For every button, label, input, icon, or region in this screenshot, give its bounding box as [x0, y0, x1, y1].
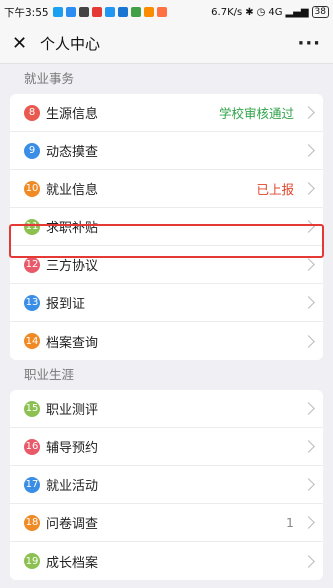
- chevron-right-icon: [302, 220, 315, 233]
- status-time: 下午3:55: [4, 6, 49, 19]
- list-item[interactable]: 18 问卷调查 1: [10, 504, 323, 542]
- chevron-right-icon: [302, 144, 315, 157]
- number-badge: 9: [24, 142, 40, 159]
- system-status: 6.7K/s ✱ ◷ 4G ▂▄▆ 38: [211, 6, 329, 18]
- item-label: 报到证: [46, 297, 86, 312]
- list-item[interactable]: 15 职业测评: [10, 390, 323, 428]
- chevron-right-icon: [302, 402, 315, 415]
- app-notification-icon: [52, 7, 63, 17]
- section-card: 8 生源信息 学校审核通过 9 动态摸查 10 就业信息 已上报 11 求职补贴 12 三方协议 13 报…: [10, 94, 323, 360]
- list-item[interactable]: 10 就业信息 已上报: [10, 170, 323, 208]
- app-notification-icon: [91, 7, 102, 17]
- network-type: 4G: [268, 6, 283, 18]
- number-badge: 16: [24, 438, 40, 455]
- list-item[interactable]: 16 辅导预约: [10, 428, 323, 466]
- number-badge: 18: [24, 514, 40, 531]
- status-bar: 下午3:55 6.7K/s ✱ ◷ 4G ▂▄▆ 38: [0, 0, 333, 24]
- section-header: 就业事务: [24, 71, 75, 86]
- chevron-right-icon: [302, 440, 315, 453]
- number-badge: 14: [24, 333, 40, 349]
- item-label: 三方协议: [46, 259, 99, 274]
- item-label: 辅导预约: [46, 441, 99, 456]
- list-item[interactable]: 13 报到证: [10, 284, 323, 322]
- list-item[interactable]: 14 档案查询: [10, 322, 323, 360]
- list-item[interactable]: 12 三方协议: [10, 246, 323, 284]
- section-header: 职业生涯: [24, 367, 75, 382]
- signal-icon: ▂▄▆: [285, 6, 309, 18]
- item-label: 成长档案: [46, 555, 99, 571]
- item-label: 动态摸查: [46, 145, 99, 160]
- number-badge: 13: [24, 294, 40, 311]
- chevron-right-icon: [302, 478, 315, 491]
- page-title: 个人中心: [40, 35, 101, 53]
- item-label: 档案查询: [46, 335, 99, 351]
- alarm-icon: ◷: [256, 6, 266, 18]
- chevron-right-icon: [302, 182, 315, 195]
- item-label: 就业信息: [46, 183, 99, 198]
- number-badge: 17: [24, 476, 40, 493]
- notification-icons: [52, 7, 167, 17]
- chevron-right-icon: [302, 516, 315, 529]
- number-badge: 11: [24, 218, 40, 235]
- app-notification-icon: [78, 7, 89, 17]
- more-icon[interactable]: ···: [297, 33, 321, 54]
- item-status: 学校审核通过: [218, 106, 294, 121]
- app-notification-icon: [156, 7, 167, 17]
- item-label: 问卷调查: [46, 517, 99, 532]
- list-item[interactable]: 8 生源信息 学校审核通过: [10, 94, 323, 132]
- app-notification-icon: [130, 7, 141, 17]
- app-notification-icon: [117, 7, 128, 17]
- app-notification-icon: [143, 7, 154, 17]
- chevron-right-icon: [302, 334, 315, 348]
- item-status: 已上报: [256, 182, 294, 197]
- bluetooth-icon: ✱: [245, 6, 254, 18]
- chevron-right-icon: [302, 106, 315, 119]
- item-label: 生源信息: [46, 107, 99, 122]
- list-item[interactable]: 19 成长档案: [10, 542, 323, 580]
- number-badge: 10: [24, 180, 40, 197]
- list-item[interactable]: 17 就业活动: [10, 466, 323, 504]
- item-status: 1: [286, 515, 294, 530]
- number-badge: 15: [24, 400, 40, 417]
- list-item[interactable]: 11 求职补贴: [10, 208, 323, 246]
- number-badge: 19: [24, 553, 40, 569]
- qq-icon: [65, 7, 76, 17]
- number-badge: 8: [24, 104, 40, 121]
- section-card: 15 职业测评 16 辅导预约 17 就业活动 18 问卷调查 1 19 成长档案: [10, 390, 323, 580]
- app-notification-icon: [104, 7, 115, 17]
- number-badge: 12: [24, 256, 40, 273]
- network-speed: 6.7K/s: [211, 6, 243, 18]
- item-label: 就业活动: [46, 479, 99, 494]
- close-icon[interactable]: ✕: [12, 33, 32, 54]
- list-item[interactable]: 9 动态摸查: [10, 132, 323, 170]
- title-bar: ✕ 个人中心 ···: [0, 24, 333, 64]
- item-label: 求职补贴: [46, 221, 99, 236]
- content-area: 就业事务 8 生源信息 学校审核通过 9 动态摸查 10 就业信息 已上报 11 求职补贴 12 三方协…: [0, 64, 333, 580]
- item-label: 职业测评: [46, 403, 99, 418]
- battery-icon: 38: [311, 6, 329, 18]
- chevron-right-icon: [302, 554, 315, 568]
- chevron-right-icon: [302, 296, 315, 309]
- chevron-right-icon: [302, 258, 315, 271]
